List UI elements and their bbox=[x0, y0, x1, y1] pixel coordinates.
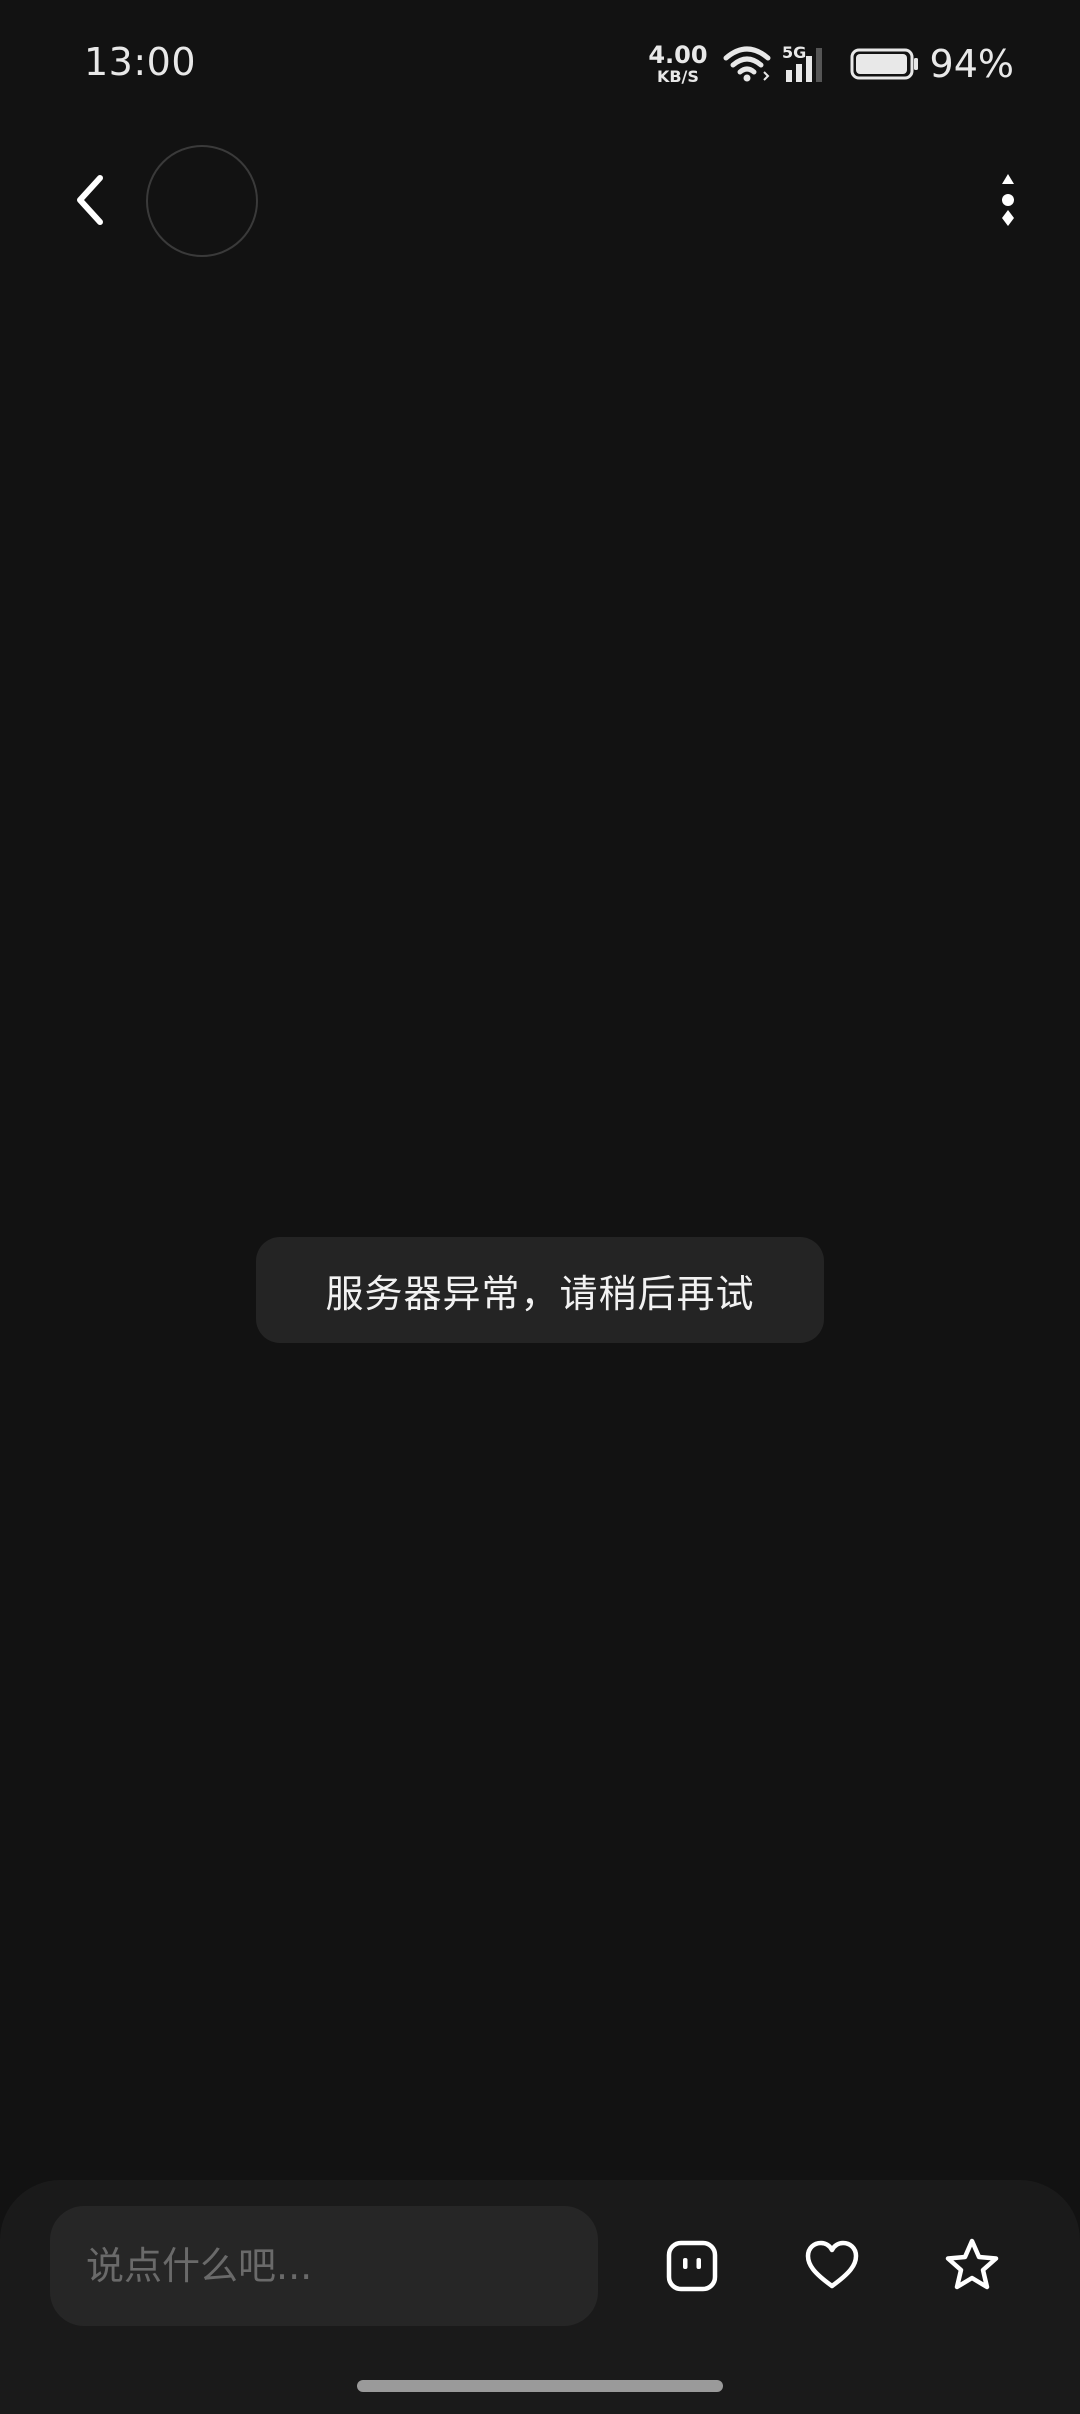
status-bar: 13:00 4.00 KB/S 5G 94% bbox=[0, 0, 1080, 130]
wifi-icon bbox=[722, 44, 772, 84]
screen: 13:00 4.00 KB/S 5G 94% 服务器异常，请稍后再试 说点什么吧… bbox=[0, 0, 1080, 2414]
status-right: 4.00 KB/S 5G 94% bbox=[648, 36, 1014, 92]
back-button[interactable] bbox=[60, 168, 120, 232]
like-button[interactable] bbox=[792, 2226, 872, 2306]
heart-icon bbox=[805, 2240, 859, 2289]
more-vertical-icon bbox=[1002, 174, 1014, 226]
more-button[interactable] bbox=[978, 170, 1038, 230]
network-type-label: 5G bbox=[782, 43, 806, 62]
status-time: 13:00 bbox=[84, 40, 197, 84]
emoji-icon bbox=[666, 2240, 718, 2292]
net-speed-value: 4.00 bbox=[648, 41, 708, 69]
favorite-button[interactable] bbox=[932, 2226, 1012, 2306]
emoji-button[interactable] bbox=[652, 2226, 732, 2306]
home-indicator[interactable] bbox=[357, 2380, 723, 2392]
comment-input[interactable] bbox=[50, 2206, 598, 2326]
header bbox=[0, 140, 1080, 260]
chevron-left-icon bbox=[77, 175, 103, 225]
error-toast: 服务器异常，请稍后再试 bbox=[256, 1237, 824, 1343]
bottom-bar bbox=[0, 2180, 1080, 2414]
battery-percent: 94% bbox=[929, 42, 1014, 86]
battery-icon bbox=[850, 46, 920, 82]
star-icon bbox=[945, 2238, 999, 2290]
avatar[interactable] bbox=[146, 145, 258, 257]
net-speed-unit: KB/S bbox=[656, 67, 699, 86]
signal-icon: 5G bbox=[782, 42, 832, 86]
net-speed: 4.00 KB/S bbox=[648, 43, 707, 85]
toast-message: 服务器异常，请稍后再试 bbox=[325, 1271, 755, 1316]
